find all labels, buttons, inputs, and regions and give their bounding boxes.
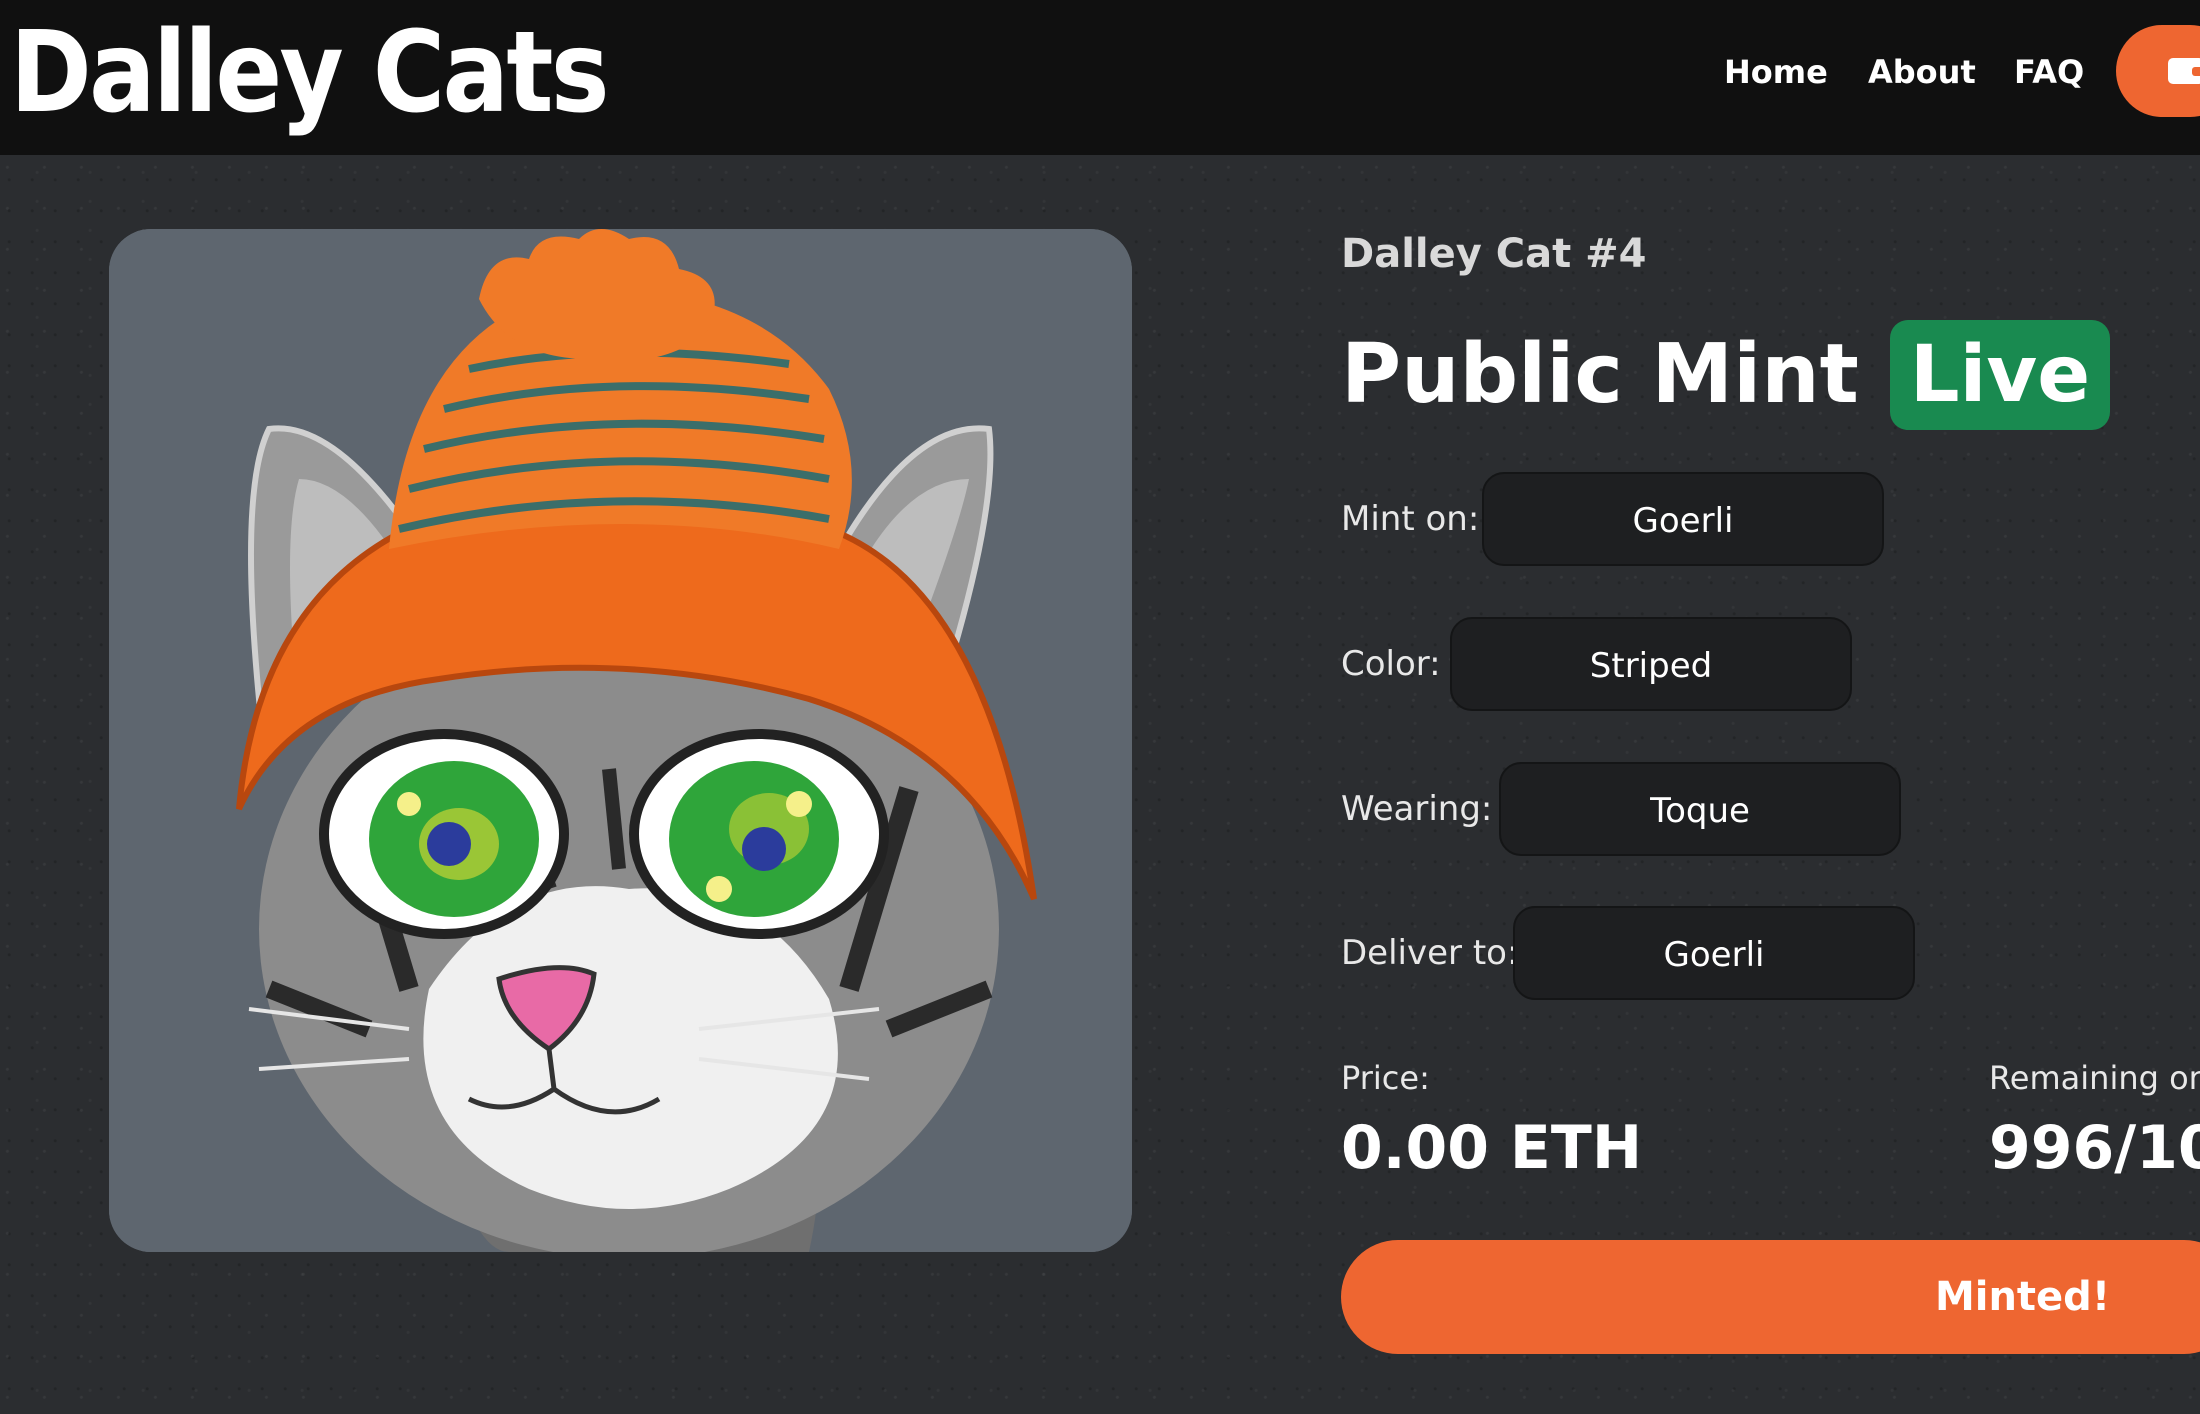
top-navbar: Dalley Cats Home About FAQ [0, 0, 2200, 155]
status-badge: Live [1890, 320, 2110, 430]
site-logo[interactable]: Dalley Cats [10, 8, 610, 138]
color-select[interactable]: Striped [1450, 617, 1852, 711]
color-label: Color: [1341, 644, 1441, 684]
nav-link-faq[interactable]: FAQ [2014, 50, 2084, 94]
mint-button[interactable]: Minted! [1341, 1240, 2200, 1354]
price-label: Price: [1341, 1059, 1430, 1097]
mint-button-label: Minted! [1934, 1274, 2111, 1320]
price-value: 0.00 ETH [1341, 1113, 1643, 1183]
deliver-to-select[interactable]: Goerli [1513, 906, 1915, 1000]
cat-illustration [109, 229, 1132, 1252]
mint-headline: Public Mint is [1341, 327, 1965, 422]
nft-image [109, 229, 1132, 1252]
connect-wallet-button[interactable] [2116, 25, 2200, 117]
remaining-value: 996/100 [1989, 1113, 2200, 1183]
token-name: Dalley Cat #4 [1341, 231, 1647, 277]
wearing-select[interactable]: Toque [1499, 762, 1901, 856]
deliver-to-label: Deliver to: [1341, 933, 1519, 973]
mint-on-label: Mint on: [1341, 499, 1480, 539]
wallet-icon [2168, 58, 2200, 84]
remaining-label: Remaining on [1989, 1059, 2200, 1097]
wearing-label: Wearing: [1341, 789, 1493, 829]
nav-link-about[interactable]: About [1868, 50, 1976, 94]
mint-on-select[interactable]: Goerli [1482, 472, 1884, 566]
nav-link-home[interactable]: Home [1724, 50, 1828, 94]
